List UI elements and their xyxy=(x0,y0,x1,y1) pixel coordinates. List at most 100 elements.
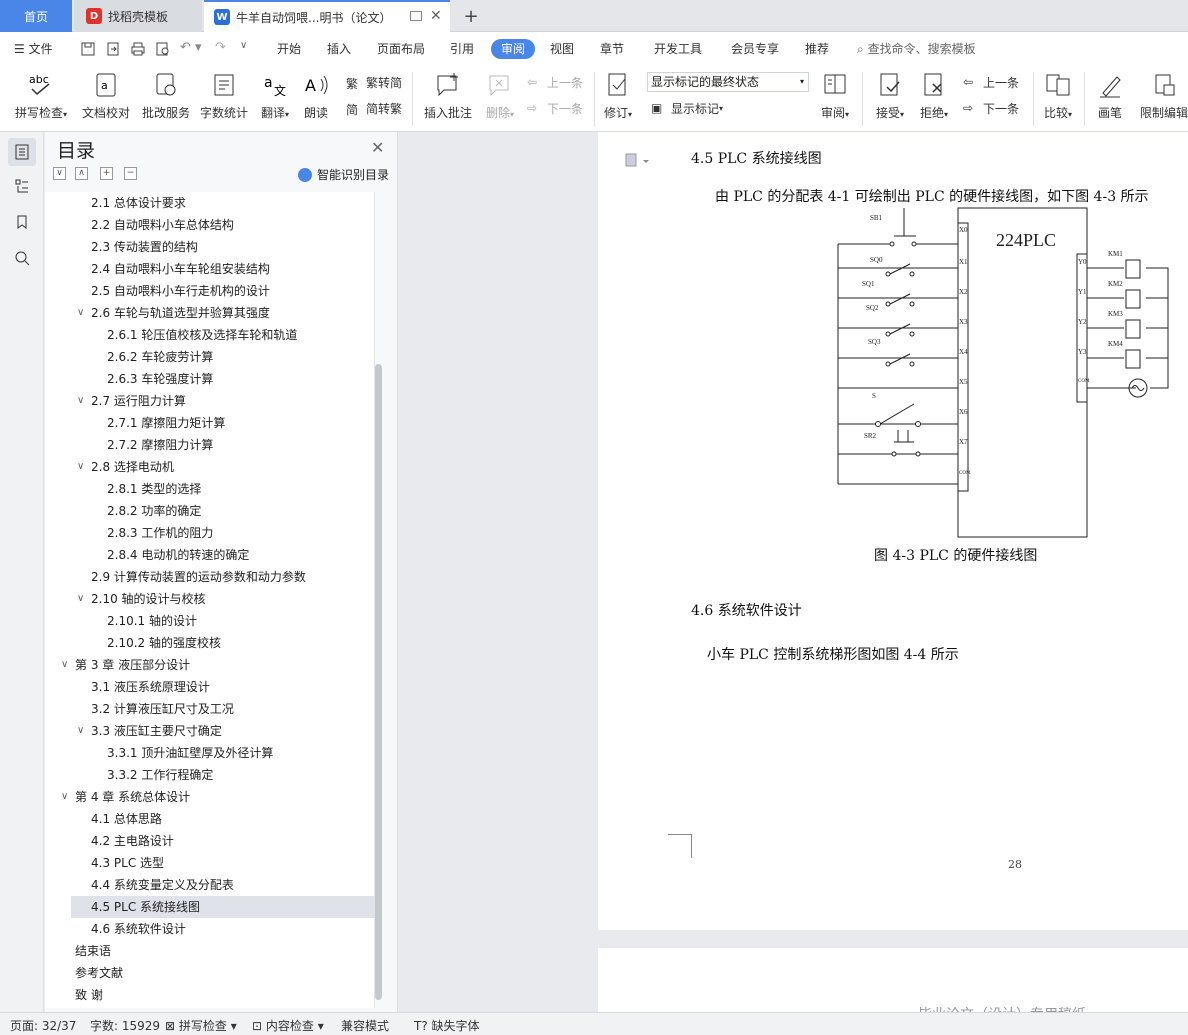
markup-state-select[interactable]: 显示标记的最终状态 ▾ xyxy=(647,72,809,92)
add-level-icon[interactable]: + xyxy=(100,167,113,180)
next-comment-button[interactable]: ⇨ 下一条 xyxy=(527,100,583,117)
menu-references[interactable]: 引用 xyxy=(450,39,474,59)
menu-file[interactable]: ☰ 文件 xyxy=(14,39,53,59)
undo-icon[interactable]: ↶ ▾ xyxy=(180,40,202,55)
t2s-button[interactable]: 繁繁转简 xyxy=(346,74,402,91)
toc-item[interactable]: 2.8.3 工作机的阻力 xyxy=(71,522,375,544)
toc-item[interactable]: 2.10.2 轴的强度校核 xyxy=(71,632,375,654)
next-change-button[interactable]: ⇨ 下一条 xyxy=(963,100,1019,117)
toc-item[interactable]: ∨ 2.7 运行阻力计算 xyxy=(71,390,375,412)
toc-item[interactable]: 2.4 自动喂料小车车轮组安装结构 xyxy=(71,258,375,280)
batch-service-button[interactable]: 批改服务 xyxy=(140,70,192,121)
toc-item[interactable]: 2.8.1 类型的选择 xyxy=(71,478,375,500)
chevron-down-icon[interactable]: ∨ xyxy=(77,588,84,610)
toc-item[interactable]: 2.6.3 车轮强度计算 xyxy=(71,368,375,390)
toc-item[interactable]: 2.10.1 轴的设计 xyxy=(71,610,375,632)
search-icon[interactable] xyxy=(8,244,36,272)
toc-item[interactable]: ∨ 第 4 章 系统总体设计 xyxy=(61,786,375,808)
close-icon[interactable]: ✕ xyxy=(371,138,384,157)
bookmark-icon[interactable] xyxy=(8,208,36,236)
toc-item[interactable]: ∨ 3.3 液压缸主要尺寸确定 xyxy=(71,720,375,742)
delete-comment-button[interactable]: 删除▾ xyxy=(482,70,518,121)
toc-item[interactable]: 4.6 系统软件设计 xyxy=(71,918,375,940)
chevron-down-icon[interactable]: ∨ xyxy=(77,720,84,742)
toc-item[interactable]: 2.8.4 电动机的转速的确定 xyxy=(71,544,375,566)
toc-item[interactable]: 4.3 PLC 选型 xyxy=(71,852,375,874)
chevron-down-icon[interactable]: ∨ xyxy=(77,302,84,324)
menu-view[interactable]: 视图 xyxy=(550,39,574,59)
prev-comment-button[interactable]: ⇦ 上一条 xyxy=(527,74,583,91)
new-tab-button[interactable]: + xyxy=(458,0,484,32)
tab-home[interactable]: 首页 xyxy=(0,0,72,32)
track-changes-button[interactable]: 修订▾ xyxy=(600,70,636,121)
insert-comment-button[interactable]: 插入批注 xyxy=(422,70,474,121)
missing-font-button[interactable]: T? 缺失字体 xyxy=(414,1017,480,1034)
command-search[interactable]: ⌕ 查找命令、搜索模板 xyxy=(857,39,976,59)
toc-item[interactable]: 2.2 自动喂料小车总体结构 xyxy=(71,214,375,236)
window-mode-icon[interactable] xyxy=(410,11,422,21)
navigation-icon[interactable] xyxy=(8,172,36,200)
remove-level-icon[interactable]: − xyxy=(124,167,137,180)
toc-item[interactable]: ∨ 2.6 车轮与轨道选型并验算其强度 xyxy=(71,302,375,324)
translate-button[interactable]: a文 翻译▾ xyxy=(256,70,294,121)
restrict-edit-button[interactable]: 限制编辑 xyxy=(1140,70,1188,121)
paragraph-handle-icon[interactable] xyxy=(625,152,653,168)
chevron-down-icon[interactable]: ∨ xyxy=(61,654,68,676)
toc-item[interactable]: 4.4 系统变量定义及分配表 xyxy=(71,874,375,896)
smart-toc-button[interactable]: 智能识别目录 xyxy=(298,166,389,183)
close-tab-icon[interactable]: ✕ xyxy=(430,8,442,24)
menu-home[interactable]: 开始 xyxy=(277,39,301,59)
doc-proof-button[interactable]: a 文档校对 xyxy=(80,70,132,121)
pen-button[interactable]: 画笔 xyxy=(1094,70,1126,121)
toc-item[interactable]: 致 谢 xyxy=(71,984,375,1006)
word-count-button[interactable]: 字数统计 xyxy=(198,70,250,121)
toc-item[interactable]: 4.2 主电路设计 xyxy=(71,830,375,852)
word-count-indicator[interactable]: 字数: 15929 xyxy=(90,1017,160,1034)
toc-item[interactable]: 3.3.2 工作行程确定 xyxy=(71,764,375,786)
toc-item[interactable]: 2.3 传动装置的结构 xyxy=(71,236,375,258)
show-markup-button[interactable]: ▣ 显示标记 ▾ xyxy=(651,100,723,117)
tab-template[interactable]: D 找稻壳模板 xyxy=(74,0,202,32)
menu-insert[interactable]: 插入 xyxy=(327,39,351,59)
toc-item[interactable]: 2.7.1 摩擦阻力矩计算 xyxy=(71,412,375,434)
toc-item[interactable]: ∨ 第 3 章 液压部分设计 xyxy=(61,654,375,676)
toc-scrollbar[interactable] xyxy=(375,364,382,1000)
spell-check-button[interactable]: abc 拼写检查▾ xyxy=(12,70,70,121)
menu-member[interactable]: 会员专享 xyxy=(731,39,779,59)
toc-panel-icon[interactable] xyxy=(8,138,36,166)
menu-recommend[interactable]: 推荐 xyxy=(805,39,829,59)
toc-item[interactable]: 2.5 自动喂料小车行走机构的设计 xyxy=(71,280,375,302)
menu-developer[interactable]: 开发工具 xyxy=(654,39,702,59)
expand-up-icon[interactable]: ∧ xyxy=(75,167,88,180)
toc-item[interactable]: 2.1 总体设计要求 xyxy=(71,192,375,214)
status-spell-check[interactable]: ⊠ 拼写检查 ▾ xyxy=(165,1017,237,1034)
export-icon[interactable] xyxy=(105,41,121,57)
menu-layout[interactable]: 页面布局 xyxy=(377,39,425,59)
page-indicator[interactable]: 页面: 32/37 xyxy=(10,1017,76,1034)
chevron-down-icon[interactable]: ∨ xyxy=(61,786,68,808)
toc-item[interactable]: 3.1 液压系统原理设计 xyxy=(71,676,375,698)
menu-review[interactable]: 审阅 xyxy=(491,39,536,59)
toc-item[interactable]: 3.2 计算液压缸尺寸及工况 xyxy=(71,698,375,720)
toc-item[interactable]: 2.6.2 车轮疲劳计算 xyxy=(71,346,375,368)
chevron-down-icon[interactable]: ∨ xyxy=(77,456,84,478)
redo-icon[interactable]: ↷ xyxy=(215,40,226,55)
tab-document[interactable]: W 牛羊自动饲喂...明书（论文） ✕ xyxy=(204,0,450,32)
more-chevron-icon[interactable]: ∨ xyxy=(240,40,247,51)
chevron-down-icon[interactable]: ∨ xyxy=(77,390,84,412)
prev-change-button[interactable]: ⇦ 上一条 xyxy=(963,74,1019,91)
toc-item[interactable]: 2.7.2 摩擦阻力计算 xyxy=(71,434,375,456)
menu-chapter[interactable]: 章节 xyxy=(600,39,624,59)
compare-button[interactable]: 比较▾ xyxy=(1040,70,1076,121)
toc-item[interactable]: 3.3.1 顶升油缸壁厚及外径计算 xyxy=(71,742,375,764)
reject-button[interactable]: 拒绝▾ xyxy=(916,70,952,121)
accept-button[interactable]: 接受▾ xyxy=(872,70,908,121)
toc-item[interactable]: 2.8.2 功率的确定 xyxy=(71,500,375,522)
toc-item[interactable]: 4.5 PLC 系统接线图 xyxy=(71,896,375,918)
toc-item[interactable]: 2.6.1 轮压值校核及选择车轮和轨道 xyxy=(71,324,375,346)
toc-item[interactable]: 结束语 xyxy=(71,940,375,962)
toc-item[interactable]: 参考文献 xyxy=(71,962,375,984)
toc-item[interactable]: 2.9 计算传动装置的运动参数和动力参数 xyxy=(71,566,375,588)
toc-item[interactable]: 4.1 总体思路 xyxy=(71,808,375,830)
s2t-button[interactable]: 简简转繁 xyxy=(346,100,402,117)
